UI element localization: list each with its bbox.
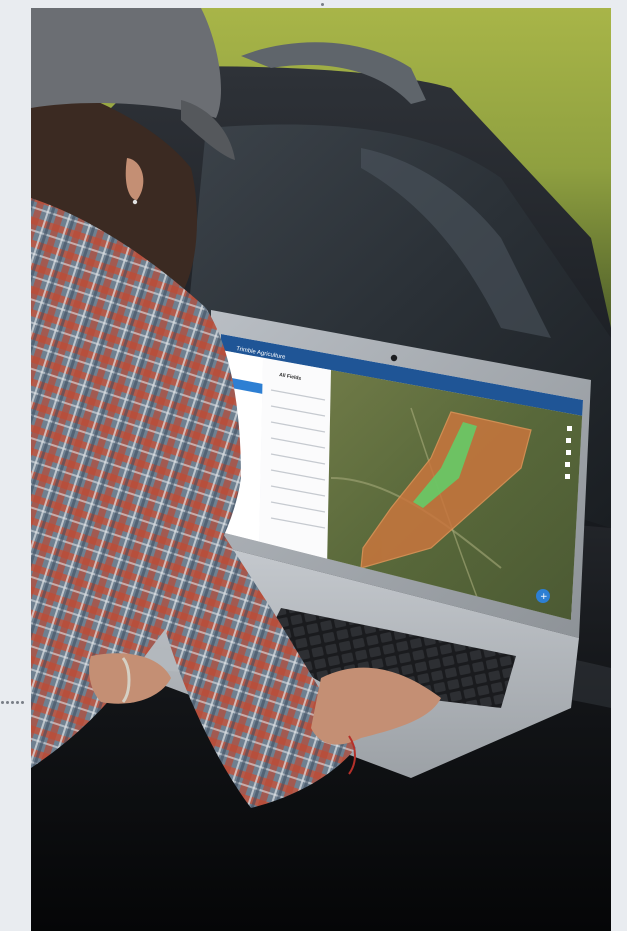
guide-dot-left (11, 701, 14, 704)
guide-dot-left (6, 701, 9, 704)
guide-dot-top (321, 3, 324, 6)
laptop-webcam (390, 354, 398, 362)
add-icon: + (540, 592, 548, 602)
guide-dot-left (1, 701, 4, 704)
photo-scene: Trimble Agriculture All Fields + (31, 8, 611, 931)
guide-dot-left (21, 701, 24, 704)
person-cap (31, 8, 221, 118)
guide-dot-left (16, 701, 19, 704)
earring (132, 199, 138, 205)
